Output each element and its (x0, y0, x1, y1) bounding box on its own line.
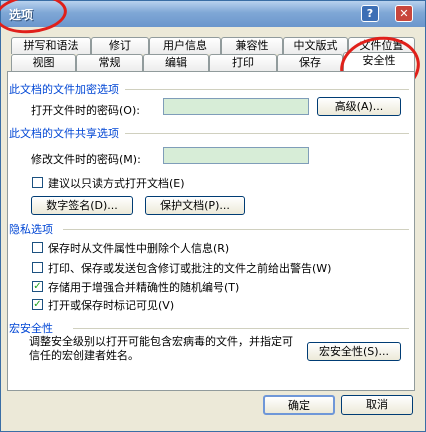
privacy-label-remove-personal-info: 保存时从文件属性中删除个人信息(R) (48, 242, 230, 255)
ok-button[interactable]: 确定 (263, 395, 335, 415)
modify-password-field[interactable] (163, 147, 309, 164)
tab-edit[interactable]: 编辑 (143, 54, 209, 71)
macro-description: 调整安全级别以打开可能包含宏病毒的文件，并指定可信任的宏创建者姓名。 (29, 335, 293, 362)
privacy-label-warn-before-print: 打印、保存或发送包含修订或批注的文件之前给出警告(W) (48, 262, 332, 275)
red-annotation-circle-title (0, 0, 69, 37)
sharing-section-title: 此文档的文件共享选项 (9, 127, 119, 140)
tab-save[interactable]: 保存 (277, 54, 343, 71)
tab-track-changes[interactable]: 修订 (91, 37, 149, 54)
macro-security-button[interactable]: 宏安全性(S)... (307, 342, 401, 361)
advanced-button[interactable]: 高级(A)... (317, 97, 401, 116)
privacy-label-visible-markup: 打开或保存时标记可见(V) (48, 299, 175, 312)
divider (125, 89, 409, 90)
help-button[interactable]: ? (361, 5, 379, 22)
modify-password-label: 修改文件时的密码(M): (31, 153, 141, 166)
tab-spelling-grammar[interactable]: 拼写和语法 (11, 37, 91, 54)
tab-security[interactable]: 安全性 (343, 52, 415, 72)
tab-user-info[interactable]: 用户信息 (149, 37, 221, 54)
tab-general[interactable]: 常规 (76, 54, 143, 71)
open-password-field[interactable] (163, 98, 309, 115)
tab-view[interactable]: 视图 (11, 54, 76, 71)
privacy-label-random-number: 存储用于增强合并精确性的随机编号(T) (48, 281, 240, 294)
privacy-checkbox-random-number[interactable]: ✓ (32, 281, 43, 292)
tab-compatibility[interactable]: 兼容性 (221, 37, 283, 54)
divider (63, 229, 409, 230)
options-dialog: 选项 ? ✕ 拼写和语法 修订 用户信息 兼容性 中文版式 文件位置 视图 常规… (0, 0, 426, 432)
encryption-section-title: 此文档的文件加密选项 (9, 83, 119, 96)
privacy-checkbox-visible-markup[interactable]: ✓ (32, 299, 43, 310)
divider (125, 133, 409, 134)
macro-section-title: 宏安全性 (9, 322, 53, 335)
tab-asian-typography[interactable]: 中文版式 (283, 37, 348, 54)
readonly-checkbox[interactable] (32, 177, 43, 188)
digital-signature-button[interactable]: 数字签名(D)... (31, 196, 133, 215)
tab-row-2: 视图 常规 编辑 打印 保存 安全性 (11, 52, 416, 72)
privacy-section-title: 隐私选项 (9, 223, 53, 236)
divider (73, 328, 409, 329)
cancel-button[interactable]: 取消 (341, 395, 413, 415)
open-password-label: 打开文件时的密码(O): (31, 104, 140, 117)
privacy-checkbox-warn-before-print[interactable] (32, 262, 43, 273)
protect-document-button[interactable]: 保护文档(P)... (145, 196, 245, 215)
privacy-checkbox-remove-personal-info[interactable] (32, 242, 43, 253)
title-bar: 选项 ? ✕ (0, 0, 425, 37)
readonly-checkbox-label: 建议以只读方式打开文档(E) (48, 177, 185, 190)
close-button[interactable]: ✕ (395, 5, 413, 22)
tab-print[interactable]: 打印 (209, 54, 277, 71)
